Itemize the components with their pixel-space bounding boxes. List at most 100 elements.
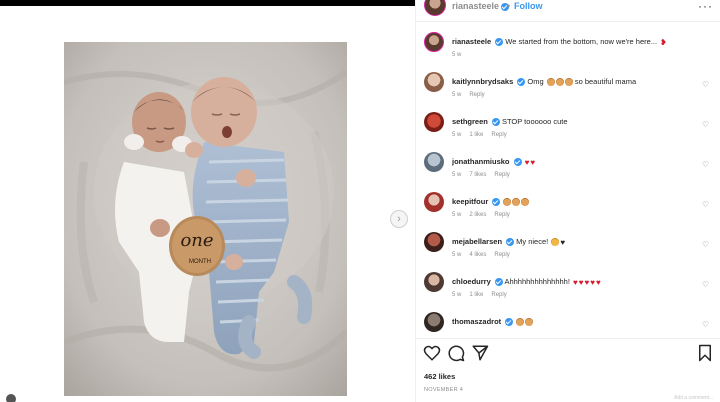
like-comment-icon[interactable]: ♡ — [702, 120, 709, 129]
face-emoji-icon — [503, 198, 512, 207]
avatar[interactable] — [424, 232, 444, 252]
post-actions — [416, 344, 720, 364]
twins-photo-illustration: one MONTH — [64, 42, 347, 396]
next-slide-button[interactable]: › — [390, 210, 408, 228]
cat-emoji-icon — [551, 238, 560, 247]
avatar[interactable] — [424, 32, 444, 52]
caption-body: We started from the bottom, now we're he… — [505, 37, 658, 46]
comment-body: My niece! — [516, 237, 549, 246]
bookmark-icon[interactable] — [696, 344, 714, 362]
paper-plane-icon[interactable] — [471, 344, 489, 362]
comment-likes[interactable]: 2 likes — [469, 212, 486, 218]
comment-time: 5 w — [452, 92, 462, 98]
header-separator: • — [507, 1, 511, 11]
avatar[interactable] — [424, 192, 444, 212]
comment-username[interactable]: kaitlynnbrydsaks — [452, 77, 513, 86]
comment-likes[interactable]: 7 likes — [469, 172, 486, 178]
verified-icon — [495, 38, 504, 47]
heart-emoji-icon: ♥ — [530, 157, 536, 167]
comment-text: sethgreen STOP toooooo cute — [452, 117, 568, 127]
face-emoji-icon — [546, 78, 555, 87]
reply-button[interactable]: Reply — [494, 252, 509, 258]
comment-suffix: so beautiful mama — [574, 77, 637, 86]
comment-text: mejabellarsen My niece! ♥ — [452, 237, 565, 247]
heart-emoji-icon: ❥ — [660, 37, 667, 47]
avatar[interactable] — [424, 312, 444, 332]
comment-body: Omg — [527, 77, 544, 86]
list-item: jonathanmiusko ♥♥ 5 w 7 likes Reply ♡ — [416, 150, 720, 190]
post-header: rianasteele • Follow ··· — [416, 0, 720, 22]
heart-emoji-icon: ♥ — [578, 277, 584, 287]
comments-list[interactable]: rianasteele We started from the bottom, … — [416, 28, 720, 334]
milestone-sign: one MONTH — [169, 216, 225, 276]
comment-text: chloedurry Ahhhhhhhhhhhhhh! ♥♥♥♥♥ — [452, 277, 601, 287]
like-comment-icon[interactable]: ♡ — [702, 320, 709, 329]
list-item: mejabellarsen My niece! ♥ 5 w 4 likes Repl… — [416, 230, 720, 270]
comment-meta: 5 w 4 likes Reply — [452, 252, 518, 258]
list-item: chloedurry Ahhhhhhhhhhhhhh! ♥♥♥♥♥ 5 w1 l… — [416, 270, 720, 310]
verified-icon — [513, 158, 522, 167]
face-emoji-icon — [512, 198, 521, 207]
comment-body: Ahhhhhhhhhhhhhh! — [504, 277, 570, 286]
comment-text: keepitfour — [452, 197, 530, 207]
face-emoji-icon — [564, 78, 573, 87]
avatar[interactable] — [424, 272, 444, 292]
reply-button[interactable]: Reply — [494, 212, 509, 218]
comment-likes[interactable]: 4 likes — [469, 252, 486, 258]
likes-count[interactable]: 462 likes — [424, 372, 455, 381]
comment-username[interactable]: thomaszadrot — [452, 317, 501, 326]
post-photo[interactable]: one MONTH — [64, 42, 347, 396]
comment-likes[interactable]: 1 like — [469, 292, 483, 298]
comment-body: STOP toooooo cute — [501, 117, 568, 126]
comment-meta: 5 w 2 likes Reply — [452, 212, 518, 218]
face-emoji-icon — [525, 318, 534, 327]
like-comment-icon[interactable]: ♡ — [702, 80, 709, 89]
verified-icon — [492, 198, 501, 207]
avatar[interactable] — [424, 152, 444, 172]
reply-button[interactable]: Reply — [469, 92, 484, 98]
comment-meta: 5 w 7 likes Reply — [452, 172, 518, 178]
like-comment-icon[interactable]: ♡ — [702, 280, 709, 289]
list-item: keepitfour 5 w 2 likes Reply ♡ — [416, 190, 720, 230]
comment-username[interactable]: jonathanmiusko — [452, 157, 510, 166]
face-emoji-icon — [521, 198, 530, 207]
comment-icon[interactable] — [447, 344, 465, 362]
comment-username[interactable]: mejabellarsen — [452, 237, 502, 246]
comment-time: 5 w — [452, 212, 462, 218]
add-comment-input[interactable]: Add a comment... — [674, 395, 713, 401]
more-options-icon[interactable]: ··· — [698, 0, 713, 13]
list-item: thomaszadrot ♡ — [416, 310, 720, 334]
like-comment-icon[interactable]: ♡ — [702, 240, 709, 249]
caption-row: rianasteele We started from the bottom, … — [416, 30, 720, 70]
corner-indicator — [6, 394, 16, 402]
comment-username[interactable]: keepitfour — [452, 197, 488, 206]
face-emoji-icon — [516, 318, 525, 327]
comment-meta: 5 w 1 like Reply — [452, 292, 515, 298]
like-comment-icon[interactable]: ♡ — [702, 160, 709, 169]
reply-button[interactable]: Reply — [491, 132, 506, 138]
follow-button[interactable]: Follow — [514, 1, 543, 11]
header-username[interactable]: rianasteele — [452, 1, 510, 11]
sign-sub: MONTH — [189, 259, 211, 265]
verified-icon — [517, 78, 526, 87]
comment-likes[interactable]: 1 like — [469, 132, 483, 138]
comment-username[interactable]: chloedurry — [452, 277, 491, 286]
heart-emoji-icon: ♥ — [590, 277, 596, 287]
like-comment-icon[interactable]: ♡ — [702, 200, 709, 209]
heart-outline-icon[interactable] — [423, 344, 441, 362]
actions-divider — [416, 338, 720, 339]
reply-button[interactable]: Reply — [494, 172, 509, 178]
avatar[interactable] — [424, 0, 446, 16]
comment-username[interactable]: sethgreen — [452, 117, 488, 126]
heart-emoji-icon: ♥ — [584, 277, 590, 287]
heart-emoji-icon: ♥ — [596, 277, 601, 287]
caption-text: rianasteele We started from the bottom, … — [452, 37, 667, 47]
caption-meta: 5 w — [452, 52, 469, 58]
reply-button[interactable]: Reply — [491, 292, 506, 298]
avatar[interactable] — [424, 72, 444, 92]
verified-icon — [494, 278, 503, 287]
avatar[interactable] — [424, 112, 444, 132]
verified-icon — [505, 318, 514, 327]
verified-icon — [491, 118, 500, 127]
caption-username[interactable]: rianasteele — [452, 37, 491, 46]
